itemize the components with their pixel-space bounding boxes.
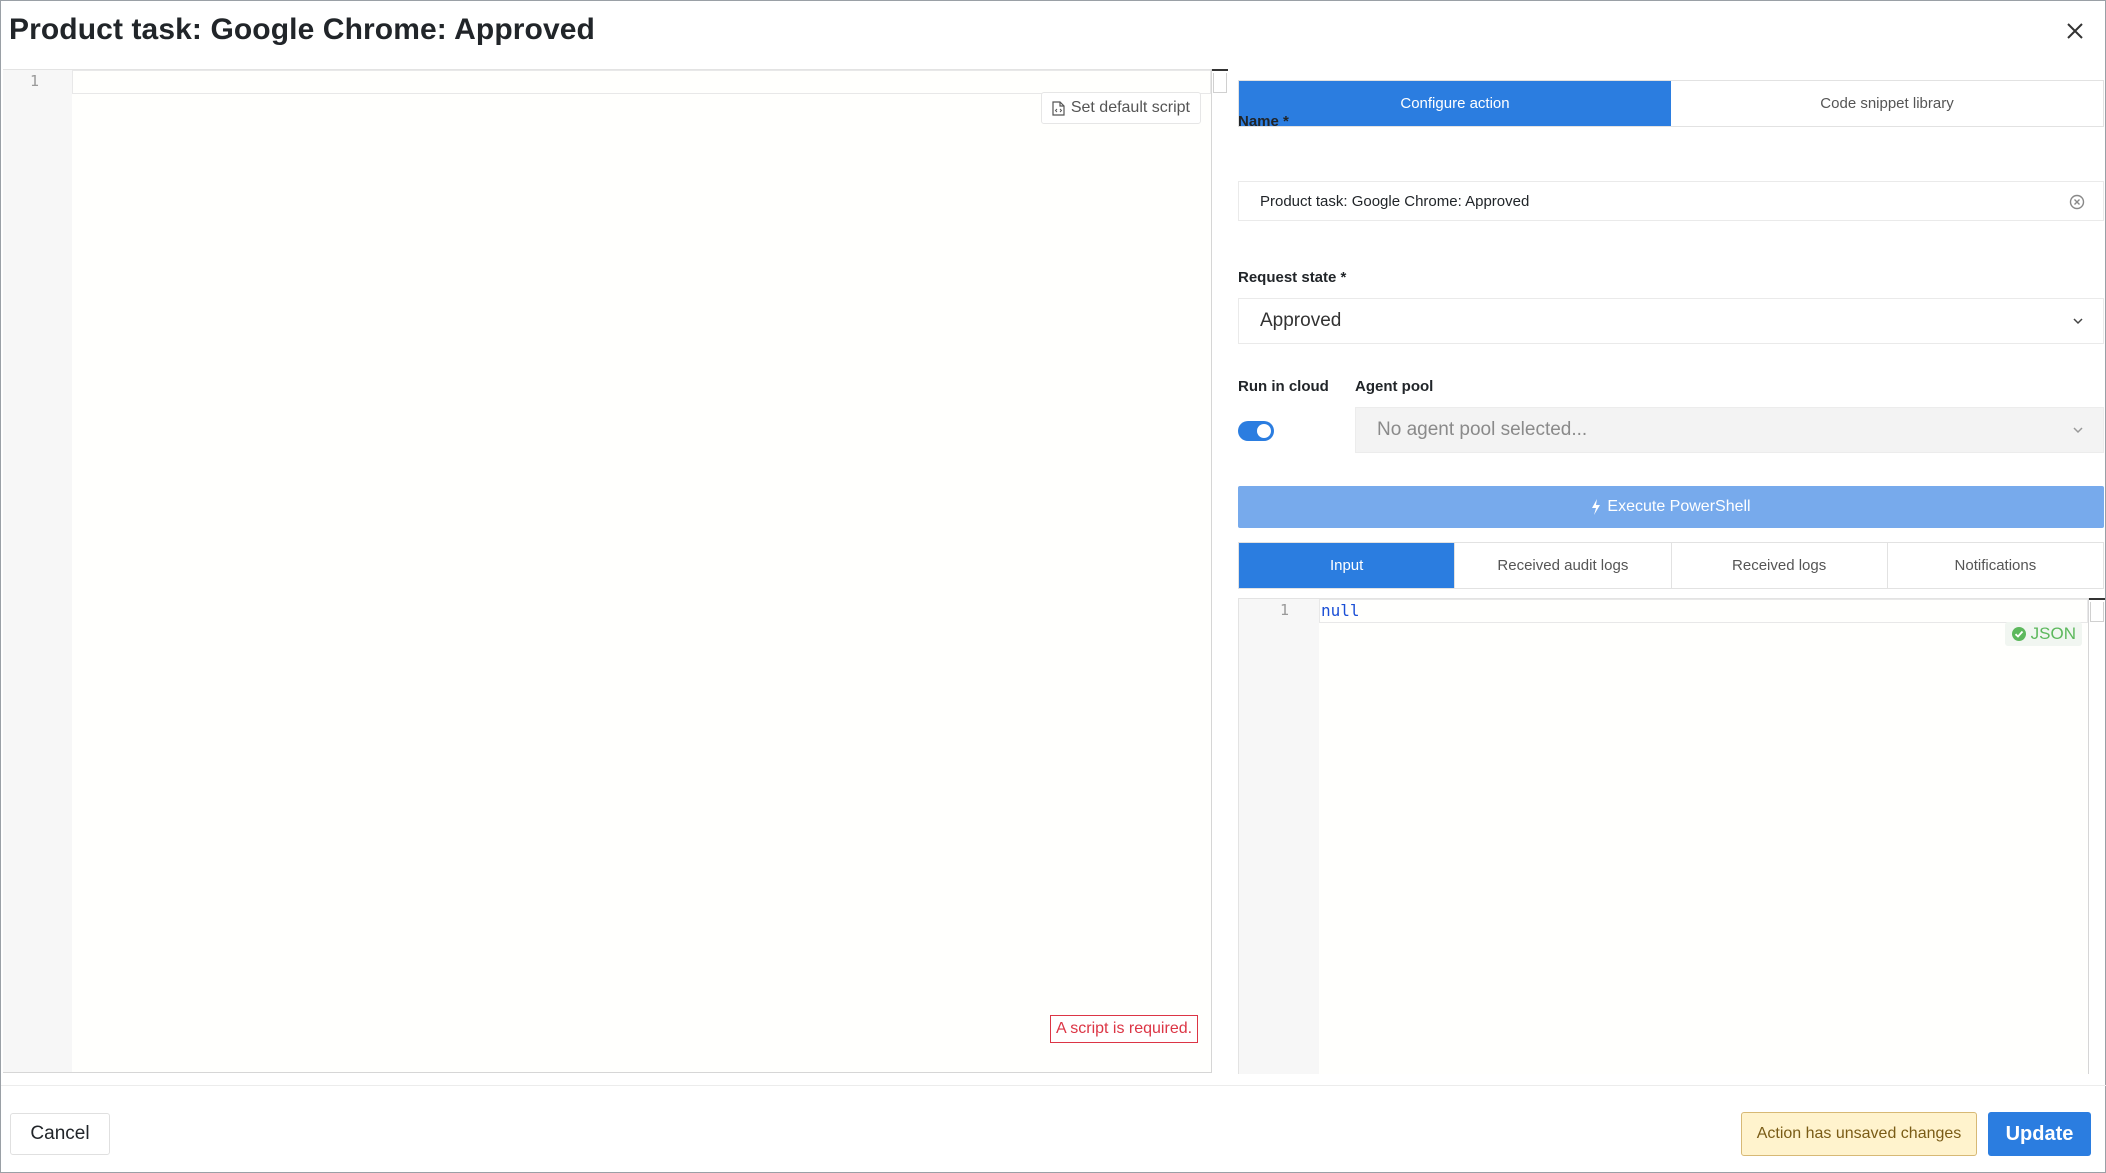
scrollbar-track (2090, 602, 2104, 622)
agent-pool-select[interactable]: No agent pool selected... (1355, 407, 2104, 453)
execute-powershell-label: Execute PowerShell (1607, 498, 1751, 515)
run-in-cloud-toggle[interactable] (1238, 421, 1274, 441)
execute-powershell-button[interactable]: Execute PowerShell (1238, 486, 2104, 528)
json-code-line: null (1321, 601, 1360, 620)
tab-received-logs[interactable]: Received logs (1670, 543, 1887, 588)
close-button[interactable] (2059, 15, 2091, 47)
line-number: 1 (29, 72, 39, 90)
name-input[interactable]: Product task: Google Chrome: Approved (1238, 181, 2104, 221)
request-state-value: Approved (1260, 310, 1342, 331)
chevron-down-icon (2073, 318, 2083, 325)
close-icon (2067, 23, 2083, 39)
run-in-cloud-label: Run in cloud (1238, 378, 1329, 395)
editor-scrollbar[interactable] (1211, 69, 1228, 1073)
configure-panel: Configure action Code snippet library Na… (1238, 69, 2105, 1074)
check-circle-icon (2011, 627, 2026, 641)
tab-configure-action[interactable]: Configure action (1239, 81, 1671, 126)
update-button[interactable]: Update (1988, 1112, 2091, 1156)
agent-pool-placeholder: No agent pool selected... (1377, 419, 1588, 440)
name-label: Name * (1238, 113, 1289, 130)
unsaved-changes-notice: Action has unsaved changes (1741, 1112, 1977, 1156)
lightning-icon (1592, 499, 1601, 515)
name-value: Product task: Google Chrome: Approved (1260, 192, 1530, 210)
json-badge-label: JSON (2030, 624, 2076, 643)
json-input-editor[interactable]: 1 null JSON (1238, 598, 2088, 1074)
active-line-highlight (1319, 599, 2088, 623)
tab-input[interactable]: Input (1239, 543, 1455, 588)
scrollbar-thumb[interactable] (2089, 598, 2105, 600)
script-editor[interactable]: 1 Set default script A script is require… (3, 69, 1211, 1073)
toggle-knob (1257, 424, 1271, 438)
document-code-icon (1052, 100, 1065, 116)
action-dialog: Product task: Google Chrome: Approved 1 … (0, 0, 2106, 1173)
tab-code-snippet-library[interactable]: Code snippet library (1671, 81, 2103, 126)
dialog-title: Product task: Google Chrome: Approved (9, 13, 595, 46)
request-state-select[interactable]: Approved (1238, 298, 2104, 344)
tab-received-audit-logs[interactable]: Received audit logs (1454, 543, 1670, 588)
clear-icon[interactable] (2069, 194, 2085, 210)
script-required-error: A script is required. (1050, 1015, 1199, 1043)
editor-gutter: 1 (3, 70, 72, 1072)
footer-divider (1, 1085, 2106, 1086)
chevron-down-icon (2073, 427, 2083, 434)
set-default-script-button[interactable]: Set default script (1040, 92, 1201, 124)
panel-tabs: Configure action Code snippet library (1238, 80, 2104, 127)
cancel-button[interactable]: Cancel (10, 1113, 110, 1155)
line-number: 1 (1279, 601, 1289, 619)
agent-pool-label: Agent pool (1355, 378, 1434, 395)
output-tabs: Input Received audit logs Received logs … (1238, 542, 2104, 589)
json-editor-scrollbar[interactable] (2088, 598, 2105, 1074)
scrollbar-track (1213, 73, 1227, 93)
scrollbar-thumb[interactable] (1212, 69, 1228, 71)
tab-notifications[interactable]: Notifications (1886, 543, 2103, 588)
set-default-script-label: Set default script (1070, 99, 1190, 116)
json-editor-gutter: 1 (1239, 599, 1319, 1074)
request-state-label: Request state * (1238, 269, 1347, 286)
active-line-highlight (72, 70, 1211, 94)
json-valid-badge: JSON (2004, 622, 2082, 646)
